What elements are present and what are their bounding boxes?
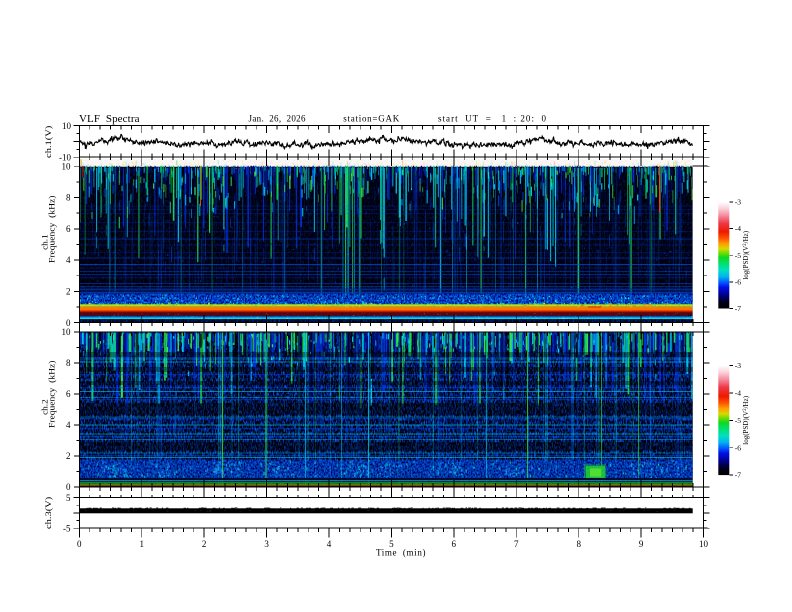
svg-text:VLF Spectra: VLF Spectra (79, 113, 140, 125)
svg-text:ch.1(V): ch.1(V) (43, 125, 53, 158)
svg-text:ch.3(V): ch.3(V) (43, 497, 53, 530)
svg-text:10: 10 (699, 539, 709, 549)
svg-text:4: 4 (327, 539, 332, 549)
svg-text:Frequency (kHz): Frequency (kHz) (46, 195, 56, 263)
svg-text:6: 6 (66, 389, 71, 399)
svg-text:-3: -3 (735, 361, 741, 370)
svg-text:-4: -4 (735, 389, 741, 398)
svg-text:-5: -5 (735, 416, 741, 425)
svg-text:4: 4 (66, 420, 71, 430)
svg-text:-7: -7 (735, 471, 741, 480)
svg-text:0: 0 (66, 482, 71, 492)
svg-text:7: 7 (514, 539, 519, 549)
svg-text:Frequency (kHz): Frequency (kHz) (46, 360, 56, 428)
svg-text:-6: -6 (735, 443, 741, 452)
svg-text:log(PSD)(V2/Hz): log(PSD)(V2/Hz) (742, 230, 750, 279)
svg-text:4: 4 (66, 255, 71, 265)
svg-text:-5: -5 (735, 251, 741, 260)
svg-text:10: 10 (62, 121, 72, 131)
svg-text:Time (min): Time (min) (376, 547, 426, 557)
svg-text:3: 3 (264, 539, 269, 549)
svg-text:Jan. 26, 2026: Jan. 26, 2026 (249, 113, 307, 123)
svg-text:5: 5 (66, 493, 71, 503)
svg-text:-4: -4 (735, 224, 741, 233)
svg-text:-6: -6 (735, 278, 741, 287)
svg-text:-3: -3 (735, 198, 741, 207)
svg-text:10: 10 (62, 327, 72, 337)
svg-text:2: 2 (66, 287, 71, 297)
svg-text:log(PSD)(V2/Hz): log(PSD)(V2/Hz) (742, 395, 750, 444)
svg-text:6: 6 (66, 224, 71, 234)
svg-text:8: 8 (66, 193, 71, 203)
svg-text:8: 8 (66, 358, 71, 368)
svg-text:1: 1 (139, 539, 144, 549)
svg-text:2: 2 (66, 451, 71, 461)
svg-text:0: 0 (77, 539, 82, 549)
svg-text:station=GAK: station=GAK (343, 113, 400, 123)
svg-text:-7: -7 (735, 304, 741, 313)
svg-text:9: 9 (639, 539, 644, 549)
svg-text:2: 2 (202, 539, 207, 549)
svg-text:10: 10 (62, 161, 72, 171)
svg-text:start UT = 1 : 20: 0: start UT = 1 : 20: 0 (438, 113, 547, 123)
svg-text:-5: -5 (63, 523, 71, 533)
svg-text:6: 6 (452, 539, 457, 549)
svg-text:8: 8 (576, 539, 581, 549)
